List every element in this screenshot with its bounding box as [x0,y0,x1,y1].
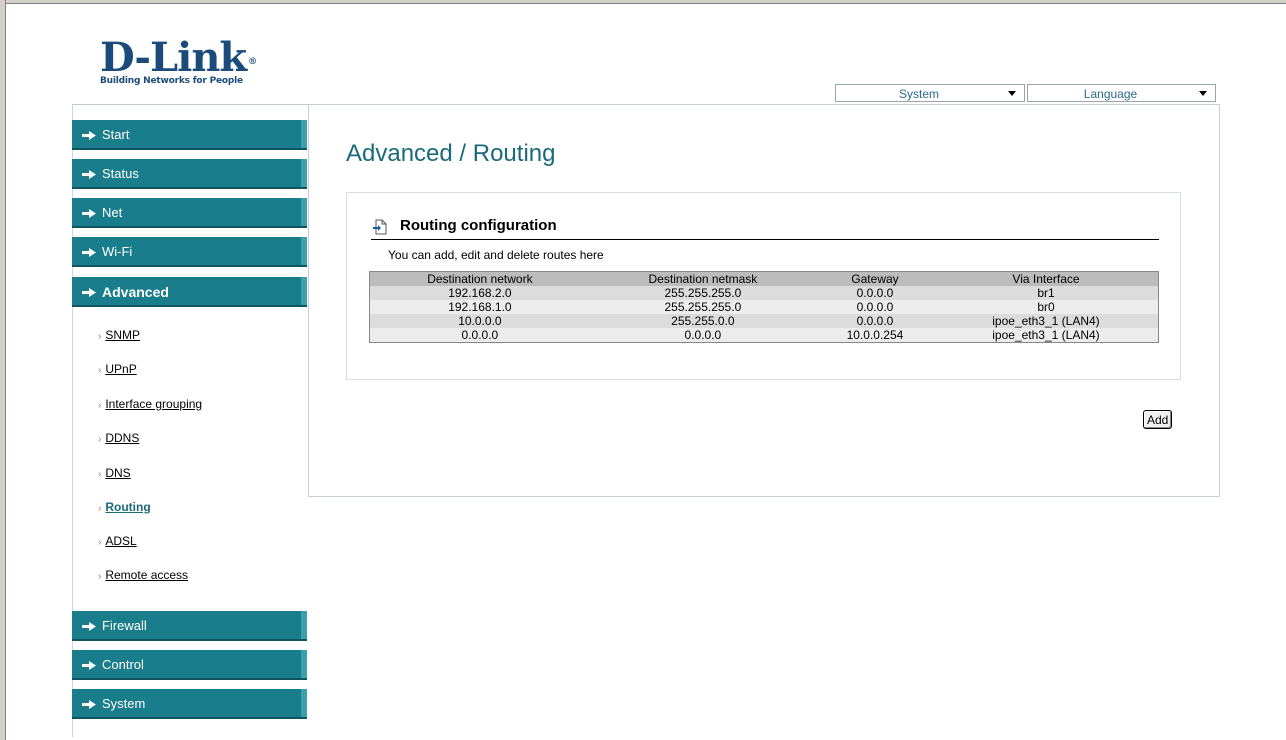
subnav-item-upnp[interactable]: › UPnP [98,362,137,376]
dlink-logo: D-Link ® Building Networks for People [100,34,257,87]
subnav-label[interactable]: Remote access [105,568,188,582]
routes-table: Destination network Destination netmask … [369,271,1159,343]
column-header-via-interface: Via Interface [1012,272,1080,286]
nav-item-label: Firewall [102,618,147,633]
subnav-label[interactable]: Routing [105,500,150,514]
table-row[interactable]: 192.168.1.0 255.255.255.0 0.0.0.0 br0 [369,300,1159,314]
nav-item-system[interactable]: System [72,689,307,719]
table-row[interactable]: 10.0.0.0 255.255.0.0 0.0.0.0 ipoe_eth3_1… [369,314,1159,328]
page-title: Advanced / Routing [346,140,556,167]
nav-item-control[interactable]: Control [72,650,307,680]
subnav-label[interactable]: Interface grouping [105,397,202,411]
table-cell: ipoe_eth3_1 (LAN4) [992,314,1100,328]
system-menu-label: System [898,87,939,101]
subnav-item-routing[interactable]: › Routing [98,500,151,514]
table-cell: 192.168.1.0 [448,300,512,314]
table-cell: 0.0.0.0 [856,314,894,328]
nav-item-label: System [102,696,146,711]
subnav-item-interface-grouping[interactable]: › Interface grouping [98,397,202,411]
system-menu-select[interactable]: System [835,84,1025,102]
arrow-right-icon [82,170,96,179]
column-header-gateway: Gateway [851,272,899,286]
nav-item-label: Net [102,205,123,220]
logo-text: D-Link [100,34,247,81]
arrow-right-icon [82,622,96,631]
subnav-label[interactable]: SNMP [105,328,140,342]
table-cell: 255.255.255.0 [664,300,742,314]
section-description: You can add, edit and delete routes here [388,248,604,262]
nav-item-label: Start [102,127,130,142]
nav-item-start[interactable]: Start [72,120,307,150]
table-cell: 255.255.255.0 [664,286,742,300]
arrow-right-icon [82,288,96,297]
table-cell: 0.0.0.0 [856,300,894,314]
nav-item-label: Status [102,166,139,181]
table-cell: 255.255.0.0 [671,314,735,328]
language-select[interactable]: Language [1027,84,1216,102]
chevron-down-icon [1199,91,1207,96]
subnav-label[interactable]: DNS [105,466,130,480]
subnav-label[interactable]: DDNS [105,431,139,445]
arrow-right-icon [82,209,96,218]
section-divider [371,239,1159,240]
table-row[interactable]: 0.0.0.0 0.0.0.0 10.0.0.254 ipoe_eth3_1 (… [369,328,1159,343]
table-cell: br1 [1037,286,1055,300]
nav-item-firewall[interactable]: Firewall [72,611,307,641]
main-panel-top-border [308,104,1220,105]
arrow-right-icon [82,248,96,257]
subnav-item-snmp[interactable]: › SNMP [98,328,140,342]
section-title: Routing configuration [400,217,557,234]
table-header-row: Destination network Destination netmask … [369,271,1159,286]
column-header-destination-netmask: Destination netmask [648,272,758,286]
nav-item-label: Wi-Fi [102,244,133,259]
table-cell: ipoe_eth3_1 (LAN4) [992,328,1100,342]
window-top-border [0,0,1286,4]
nav-item-net[interactable]: Net [72,198,307,228]
arrow-right-icon [82,661,96,670]
table-cell: 10.0.0.254 [846,328,904,342]
nav-item-status[interactable]: Status [72,159,307,189]
language-select-label: Language [1083,87,1138,101]
arrow-right-icon [82,131,96,140]
window-left-border [0,0,6,740]
table-cell: 0.0.0.0 [684,328,722,342]
chevron-down-icon [1008,91,1016,96]
subnav-item-dns[interactable]: › DNS [98,466,131,480]
logo-tagline: Building Networks for People [100,76,243,86]
table-cell: 192.168.2.0 [448,286,512,300]
document-arrow-icon [373,219,387,235]
nav-item-wifi[interactable]: Wi-Fi [72,237,307,267]
table-row[interactable]: 192.168.2.0 255.255.255.0 0.0.0.0 br1 [369,286,1159,300]
table-cell: 0.0.0.0 [856,286,894,300]
nav-item-advanced[interactable]: Advanced [72,277,307,307]
subnav-item-remote-access[interactable]: › Remote access [98,568,188,582]
nav-item-label: Control [102,657,144,672]
subnav-label[interactable]: ADSL [105,534,136,548]
subnav-label[interactable]: UPnP [105,362,136,376]
table-cell: br0 [1037,300,1055,314]
column-header-destination-network: Destination network [427,272,533,286]
add-route-button[interactable]: Add [1143,410,1173,429]
table-cell: 0.0.0.0 [461,328,499,342]
subnav-item-adsl[interactable]: › ADSL [98,534,137,548]
arrow-right-icon [82,700,96,709]
table-cell: 10.0.0.0 [458,314,502,328]
subnav-item-ddns[interactable]: › DDNS [98,431,139,445]
nav-item-label: Advanced [102,284,169,300]
